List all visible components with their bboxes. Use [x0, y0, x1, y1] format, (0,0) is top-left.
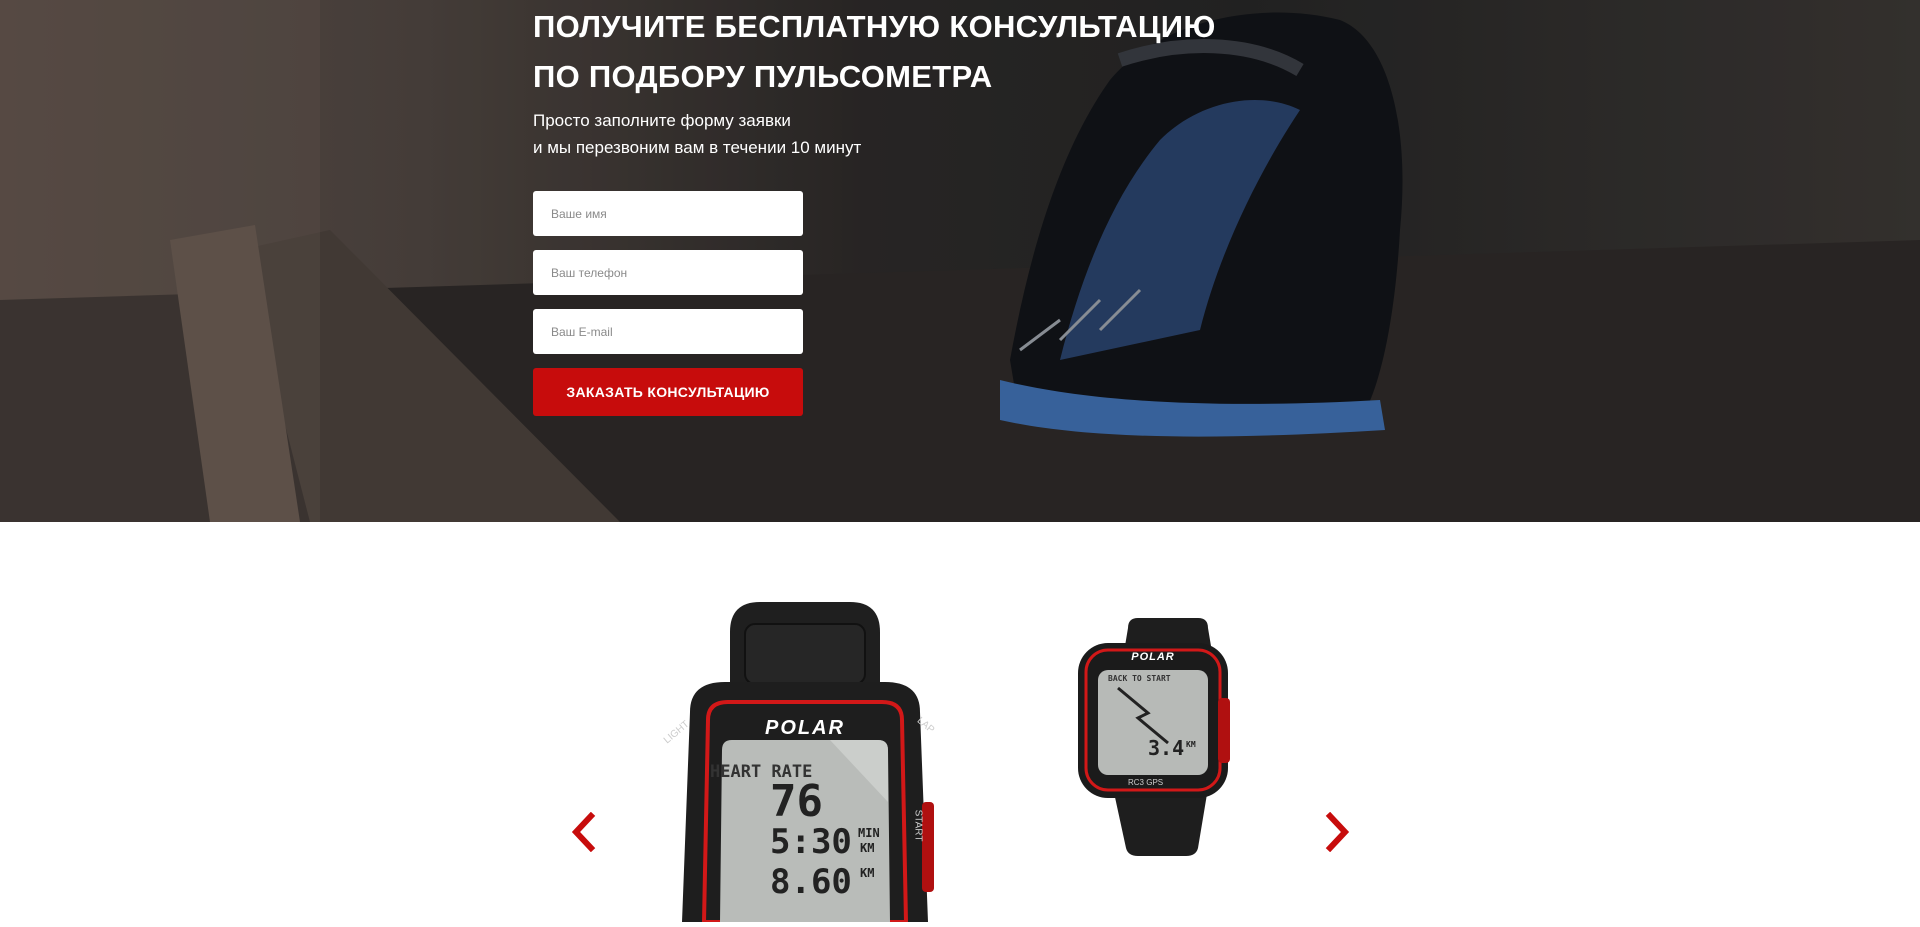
watch-2-model-label: RC3 GPS: [1128, 778, 1164, 787]
hero-subtitle: Просто заполните форму заявки и мы перез…: [533, 107, 1333, 161]
hero-title: ПОЛУЧИТЕ БЕСПЛАТНУЮ КОНСУЛЬТАЦИЮ ПО ПОДБ…: [533, 0, 1333, 102]
chevron-left-icon: [571, 812, 596, 852]
watch-bezel-right-label: START: [912, 809, 924, 842]
name-field[interactable]: [533, 191, 803, 236]
hero-content: ПОЛУЧИТЕ БЕСПЛАТНУЮ КОНСУЛЬТАЦИЮ ПО ПОДБ…: [533, 0, 1333, 416]
watch-heart-rate-value: 76: [770, 776, 823, 827]
hero-subtitle-line-1: Просто заполните форму заявки: [533, 111, 791, 130]
hero-section: ПОЛУЧИТЕ БЕСПЛАТНУЮ КОНСУЛЬТАЦИЮ ПО ПОДБ…: [0, 0, 1920, 522]
watch-brand-logo: POLAR: [765, 717, 845, 739]
carousel-next-button[interactable]: [1318, 807, 1358, 857]
watch-pace-value: 5:30: [770, 822, 852, 862]
hero-title-line-2: ПО ПОДБОРУ ПУЛЬСОМЕТРА: [533, 59, 993, 94]
product-carousel: POLAR LIGHT LAP START HEART RATE 76 5:30…: [0, 522, 1920, 924]
email-field[interactable]: [533, 309, 803, 354]
watch-2-distance-unit: KM: [1186, 740, 1196, 749]
watch-distance-value: 8.60: [770, 862, 852, 902]
carousel-prev-button[interactable]: [563, 807, 603, 857]
watch-2-brand-logo: POLAR: [1131, 651, 1175, 663]
phone-field[interactable]: [533, 250, 803, 295]
carousel-slide-watch-front: POLAR LIGHT LAP START HEART RATE 76 5:30…: [630, 602, 970, 924]
watch-pace-unit-bottom: KM: [860, 841, 875, 855]
chevron-right-icon: [1325, 812, 1350, 852]
carousel-slide-watch-angle: POLAR BACK TO START 3.4 KM RC3 GPS: [1058, 618, 1248, 858]
order-consultation-button[interactable]: ЗАКАЗАТЬ КОНСУЛЬТАЦИЮ: [533, 368, 803, 416]
watch-distance-unit: KM: [860, 866, 875, 880]
watch-pace-unit-top: MIN: [858, 826, 880, 840]
watch-2-screen-title: BACK TO START: [1108, 674, 1171, 683]
hero-subtitle-line-2: и мы перезвоним вам в течении 10 минут: [533, 138, 862, 157]
consultation-form: ЗАКАЗАТЬ КОНСУЛЬТАЦИЮ: [533, 191, 803, 416]
watch-2-distance-value: 3.4: [1148, 736, 1185, 760]
hero-title-line-1: ПОЛУЧИТЕ БЕСПЛАТНУЮ КОНСУЛЬТАЦИЮ: [533, 9, 1216, 44]
